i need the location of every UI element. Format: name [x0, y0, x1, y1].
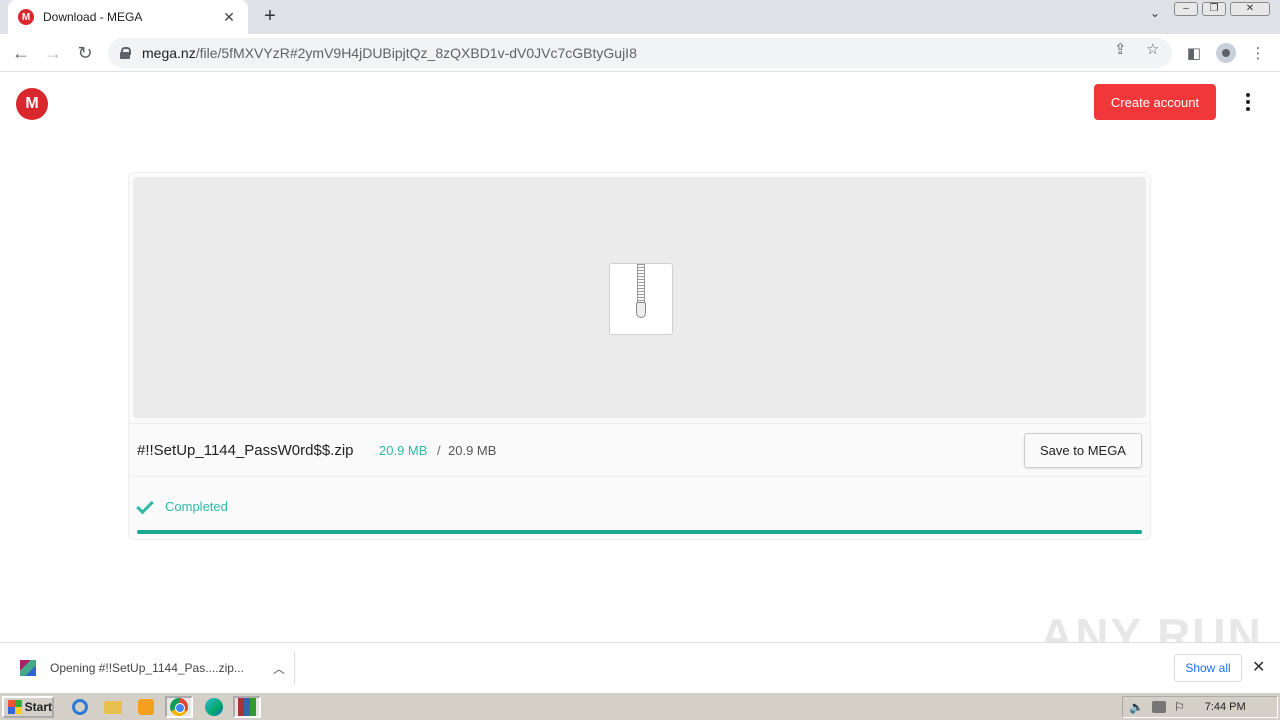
progress-fill [137, 530, 1142, 534]
tab-download-mega[interactable]: M Download - MEGA ✕ [8, 0, 248, 34]
start-button[interactable]: Start [2, 696, 54, 718]
size-separator: / [437, 443, 441, 458]
close-icon[interactable]: ✕ [1252, 657, 1265, 677]
clock[interactable]: 7:44 PM [1205, 701, 1246, 713]
save-to-mega-button[interactable]: Save to MEGA [1024, 433, 1142, 468]
volume-icon[interactable]: 🔈 [1129, 700, 1144, 714]
chevron-down-icon[interactable]: ⌄ [1150, 6, 1160, 20]
network-icon[interactable] [1151, 701, 1166, 713]
lock-icon[interactable] [120, 47, 131, 59]
window-controls: – ❐ ✕ [1174, 2, 1270, 16]
start-label: Start [24, 700, 52, 714]
winrar-icon[interactable] [233, 696, 261, 718]
windows-flag-icon [8, 700, 22, 714]
tab-close-icon[interactable]: ✕ [220, 9, 238, 26]
media-player-icon[interactable] [132, 696, 160, 718]
tab-strip: M Download - MEGA ✕ + ⌄ – ❐ ✕ [0, 0, 1280, 34]
show-all-button[interactable]: Show all [1174, 654, 1242, 682]
chevron-up-icon[interactable]: ︿ [264, 660, 294, 677]
checkmark-icon [136, 496, 154, 515]
download-item[interactable]: Opening #!!SetUp_1144_Pas....zip... ︿ [10, 651, 295, 685]
window-close-button[interactable]: ✕ [1230, 2, 1270, 16]
profile-avatar-icon[interactable] [1216, 43, 1236, 63]
download-shelf: Opening #!!SetUp_1144_Pas....zip... ︿ Sh… [0, 642, 1280, 692]
zip-file-icon [609, 263, 673, 335]
status-text: Completed [165, 499, 228, 514]
restore-button[interactable]: ❐ [1202, 2, 1226, 16]
minimize-button[interactable]: – [1174, 2, 1198, 16]
tab-title: Download - MEGA [43, 10, 143, 24]
url-path: /file/5fMXVYzR#2ymV9H4jDUBipjtQz_8zQXBD1… [195, 45, 637, 61]
file-preview [133, 177, 1146, 418]
mega-page: M Create account #!!SetUp_1144_PassW0rd$… [0, 72, 1280, 642]
download-item-text: Opening #!!SetUp_1144_Pas....zip... [50, 661, 244, 675]
bookmark-star-icon[interactable]: ☆ [1146, 40, 1159, 58]
downloaded-size: 20.9 MB [379, 443, 428, 458]
chrome-icon[interactable] [165, 696, 193, 718]
mega-logo[interactable]: M [16, 88, 48, 120]
edge-icon[interactable] [200, 696, 228, 718]
address-bar[interactable]: mega.nz/file/5fMXVYzR#2ymV9H4jDUBipjtQz_… [108, 38, 1172, 68]
total-size: 20.9 MB [448, 443, 497, 458]
download-card: #!!SetUp_1144_PassW0rd$$.zip 20.9 MB / 2… [128, 172, 1151, 540]
create-account-button[interactable]: Create account [1094, 84, 1216, 120]
forward-arrow-icon[interactable]: → [40, 40, 66, 66]
flag-icon[interactable]: ⚐ [1174, 700, 1185, 714]
internet-explorer-icon[interactable] [66, 696, 94, 718]
file-info-row: #!!SetUp_1144_PassW0rd$$.zip 20.9 MB / 2… [129, 423, 1150, 477]
new-tab-button[interactable]: + [258, 4, 282, 28]
taskbar: Start 🔈 ⚐ 7:44 PM [0, 692, 1280, 720]
reload-icon[interactable]: ↻ [72, 40, 98, 66]
mega-favicon-icon: M [18, 9, 34, 25]
browser-menu-icon[interactable]: ⋮ [1248, 43, 1268, 63]
browser-toolbar: ← → ↻ mega.nz/file/5fMXVYzR#2ymV9H4jDUBi… [0, 34, 1280, 72]
share-icon[interactable]: ⇪ [1114, 40, 1127, 58]
folder-icon[interactable] [99, 696, 127, 718]
more-options-icon[interactable] [1238, 90, 1258, 114]
winrar-file-icon [20, 660, 36, 676]
progress-bar [137, 530, 1142, 534]
system-tray: 🔈 ⚐ 7:44 PM [1122, 696, 1278, 718]
file-name: #!!SetUp_1144_PassW0rd$$.zip [137, 442, 354, 459]
side-panel-icon[interactable]: ◧ [1184, 43, 1204, 63]
download-status: Completed [136, 496, 228, 515]
url-host: mega.nz [142, 45, 196, 61]
back-arrow-icon[interactable]: ← [8, 40, 34, 66]
